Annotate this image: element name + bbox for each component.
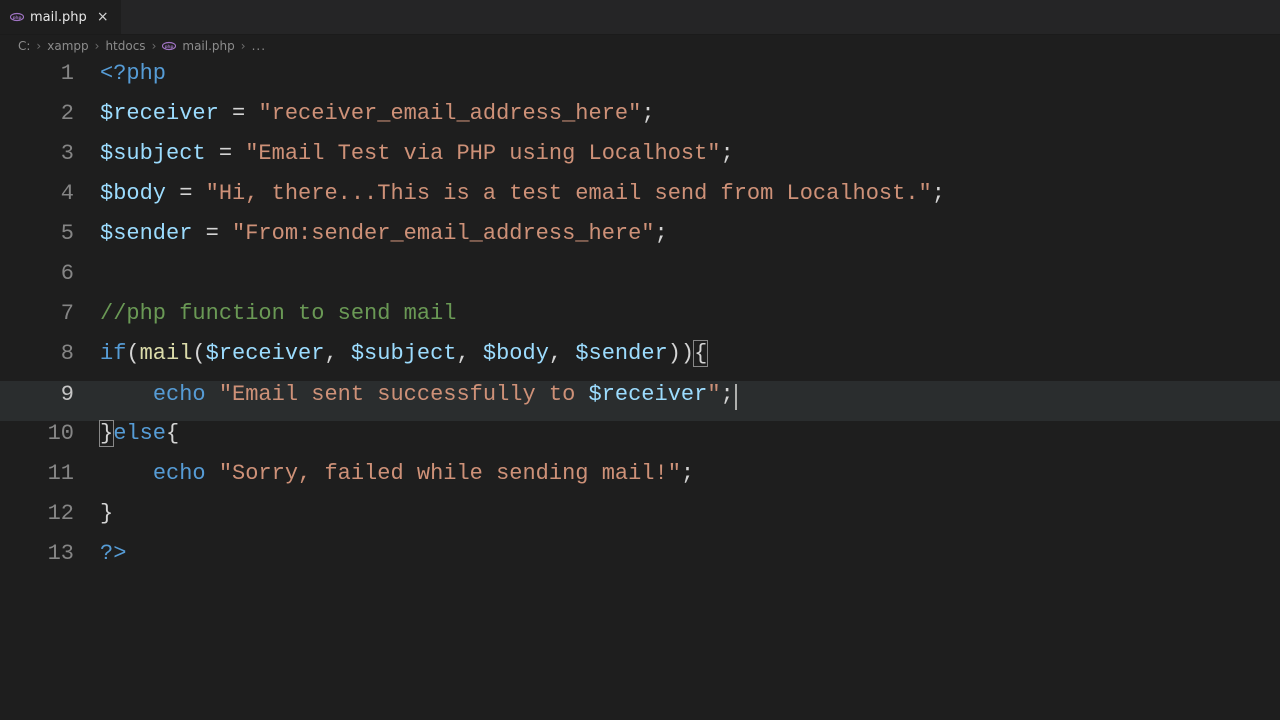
code-line[interactable]: 8if(mail($receiver, $subject, $body, $se… [0,341,1280,381]
code-line[interactable]: 2$receiver = "receiver_email_address_her… [0,101,1280,141]
line-number: 8 [0,341,100,366]
code-line[interactable]: 6 [0,261,1280,301]
chevron-right-icon: › [150,39,159,53]
code-line[interactable]: 12} [0,501,1280,541]
breadcrumb-part: htdocs [105,39,145,53]
line-number: 2 [0,101,100,126]
code-content: echo "Sorry, failed while sending mail!"… [100,461,1280,486]
close-icon[interactable]: × [95,9,111,25]
breadcrumb-part: xampp [47,39,88,53]
code-content: $receiver = "receiver_email_address_here… [100,101,1280,126]
code-content: }else{ [100,421,1280,446]
code-line[interactable]: 1<?php [0,61,1280,101]
line-number: 10 [0,421,100,446]
breadcrumb-part: C: [18,39,30,53]
breadcrumb-file: mail.php [182,39,234,53]
breadcrumb-ellipsis: ... [252,39,266,53]
chevron-right-icon: › [93,39,102,53]
code-editor[interactable]: 1<?php2$receiver = "receiver_email_addre… [0,57,1280,720]
code-content: if(mail($receiver, $subject, $body, $sen… [100,341,1280,366]
code-content: $body = "Hi, there...This is a test emai… [100,181,1280,206]
svg-text:php: php [13,15,22,21]
chevron-right-icon: › [34,39,43,53]
code-content: $subject = "Email Test via PHP using Loc… [100,141,1280,166]
line-number: 7 [0,301,100,326]
line-number: 6 [0,261,100,286]
code-line[interactable]: 5$sender = "From:sender_email_address_he… [0,221,1280,261]
code-content: //php function to send mail [100,301,1280,326]
code-content: ?> [100,541,1280,566]
tab-bar: php mail.php × [0,0,1280,35]
svg-text:php: php [165,44,174,50]
code-line[interactable]: 11 echo "Sorry, failed while sending mai… [0,461,1280,501]
code-line[interactable]: 7//php function to send mail [0,301,1280,341]
editor-tab[interactable]: php mail.php × [0,0,122,34]
code-line[interactable]: 3$subject = "Email Test via PHP using Lo… [0,141,1280,181]
chevron-right-icon: › [239,39,248,53]
line-number: 11 [0,461,100,486]
code-content: <?php [100,61,1280,86]
line-number: 9 [0,382,100,407]
php-icon: php [10,10,24,24]
php-icon: php [162,39,176,53]
tab-label: mail.php [30,10,87,25]
code-line[interactable]: 13?> [0,541,1280,581]
line-number: 13 [0,541,100,566]
code-content: echo "Email sent successfully to $receiv… [100,381,1280,407]
line-number: 4 [0,181,100,206]
code-line[interactable]: 9 echo "Email sent successfully to $rece… [0,381,1280,421]
code-line[interactable]: 10}else{ [0,421,1280,461]
line-number: 3 [0,141,100,166]
code-line[interactable]: 4$body = "Hi, there...This is a test ema… [0,181,1280,221]
line-number: 5 [0,221,100,246]
breadcrumb[interactable]: C: › xampp › htdocs › php mail.php › ... [0,35,1280,57]
code-content: } [100,501,1280,526]
line-number: 12 [0,501,100,526]
code-content: $sender = "From:sender_email_address_her… [100,221,1280,246]
line-number: 1 [0,61,100,86]
